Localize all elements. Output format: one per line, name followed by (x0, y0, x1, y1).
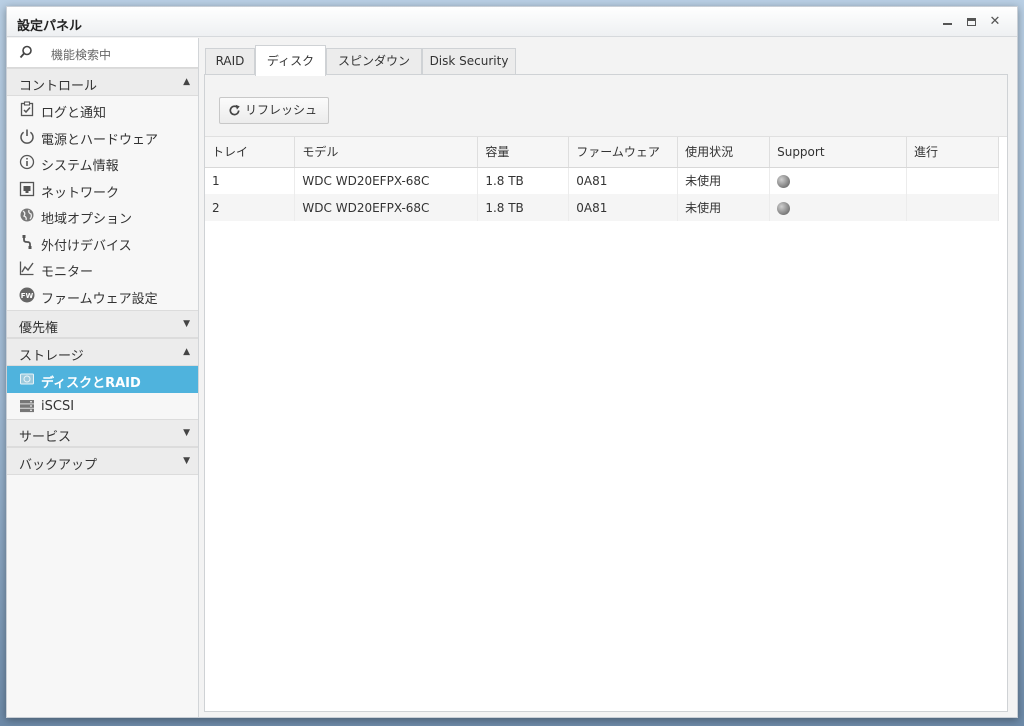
fw-icon: FW (19, 287, 35, 302)
refresh-icon (229, 105, 240, 116)
section-control[interactable]: コントロール ▲ (7, 68, 198, 96)
tab-disk-security[interactable]: Disk Security (422, 48, 516, 75)
maximize-icon (966, 18, 976, 26)
sidebar-item-power-hardware[interactable]: 電源とハードウェア (7, 123, 198, 150)
sidebar-item-firmware-settings[interactable]: FW ファームウェア設定 (7, 282, 198, 309)
section-label: バックアップ (19, 458, 98, 473)
section-label: 優先権 (19, 321, 59, 336)
disk-icon (20, 373, 34, 385)
minimize-icon (942, 23, 952, 25)
toolbar: リフレッシュ (205, 75, 1007, 137)
cell-tray: 2 (205, 194, 296, 221)
table-header-row: トレイ モデル 容量 ファームウェア 使用状況 Support 進行 (205, 137, 999, 168)
section-priority[interactable]: 優先権 ▼ (7, 310, 198, 338)
refresh-button[interactable]: リフレッシュ (219, 97, 329, 124)
column-header-status[interactable]: 使用状況 (677, 137, 771, 168)
tab-raid[interactable]: RAID (205, 48, 255, 75)
table-row[interactable]: 1 WDC WD20EFPX-68C 1.8 TB 0A81 未使用 (205, 167, 999, 194)
globe-icon (20, 208, 34, 222)
usb-icon (22, 234, 32, 249)
sidebar-item-logs[interactable]: ログと通知 (7, 96, 198, 123)
main-content: RAID ディスク スピンダウン Disk Security リフレッシュ トレ… (200, 38, 1017, 717)
chevron-down-icon: ▼ (183, 456, 190, 466)
feature-search[interactable]: 機能検索中 (7, 38, 198, 68)
close-button[interactable]: ✕ (987, 14, 1003, 30)
tab-spindown[interactable]: スピンダウン (326, 48, 422, 75)
maximize-button[interactable] (963, 14, 979, 30)
network-icon (19, 181, 35, 196)
sidebar-item-label: ディスクとRAID (41, 376, 141, 391)
sidebar-item-label: ログと通知 (41, 106, 107, 121)
sidebar-item-label: モニター (41, 265, 94, 280)
settings-window: 設定パネル ✕ 機能検索中 コントロール ▲ ログと通知 電源とハードウェア シ… (6, 6, 1018, 718)
support-status-dot-icon (777, 174, 791, 188)
column-header-capacity[interactable]: 容量 (477, 137, 570, 168)
chevron-down-icon: ▼ (183, 428, 190, 438)
search-input[interactable]: 機能検索中 (51, 46, 111, 63)
cell-firmware: 0A81 (568, 167, 679, 194)
sidebar-item-label: iSCSI (41, 398, 75, 414)
sidebar-item-network[interactable]: ネットワーク (7, 176, 198, 203)
disk-panel: リフレッシュ トレイ モデル 容量 ファームウェア 使用状況 Support 進… (204, 74, 1008, 712)
sidebar-item-monitor[interactable]: モニター (7, 255, 198, 282)
cell-progress (906, 167, 999, 194)
column-header-model[interactable]: モデル (294, 137, 479, 168)
cell-status: 未使用 (677, 167, 771, 194)
cell-support (769, 194, 908, 221)
column-header-tray[interactable]: トレイ (205, 137, 296, 168)
sidebar-item-label: 地域オプション (41, 212, 133, 227)
cell-model: WDC WD20EFPX-68C (294, 167, 479, 194)
table-row[interactable]: 2 WDC WD20EFPX-68C 1.8 TB 0A81 未使用 (205, 194, 999, 221)
chart-icon (19, 261, 34, 276)
server-icon (20, 399, 34, 412)
section-storage[interactable]: ストレージ ▲ (7, 338, 198, 366)
sidebar-item-label: ファームウェア設定 (41, 291, 158, 307)
sidebar-item-disk-raid[interactable]: ディスクとRAID (7, 366, 198, 393)
chevron-up-icon: ▲ (183, 77, 190, 87)
clipboard-check-icon (20, 101, 34, 117)
section-label: コントロール (19, 79, 98, 94)
sidebar-item-label: システム情報 (41, 159, 119, 174)
title-bar[interactable]: 設定パネル ✕ (7, 7, 1017, 37)
close-icon: ✕ (989, 14, 1001, 29)
cell-capacity: 1.8 TB (477, 167, 570, 194)
cell-progress (906, 194, 999, 221)
cell-status: 未使用 (677, 194, 771, 221)
info-icon (19, 154, 35, 170)
cell-firmware: 0A81 (568, 194, 679, 221)
section-services[interactable]: サービス ▼ (7, 419, 198, 447)
section-label: サービス (19, 430, 72, 445)
column-header-progress[interactable]: 進行 (906, 137, 999, 168)
sidebar-item-external-devices[interactable]: 外付けデバイス (7, 229, 198, 256)
sidebar-item-iscsi[interactable]: iSCSI (7, 393, 198, 420)
window-title: 設定パネル (17, 19, 83, 34)
cell-capacity: 1.8 TB (477, 194, 570, 221)
fw-badge-text: FW (21, 291, 34, 299)
column-header-firmware[interactable]: ファームウェア (568, 137, 679, 168)
tab-disk[interactable]: ディスク (255, 45, 326, 76)
section-label: ストレージ (19, 349, 84, 364)
support-status-dot-icon (777, 201, 791, 215)
sidebar-item-region-options[interactable]: 地域オプション (7, 202, 198, 229)
sidebar: 機能検索中 コントロール ▲ ログと通知 電源とハードウェア システム情報 ネッ… (7, 38, 199, 717)
chevron-down-icon: ▼ (183, 319, 190, 329)
disk-table: トレイ モデル 容量 ファームウェア 使用状況 Support 進行 1 WDC… (205, 137, 999, 221)
column-header-support[interactable]: Support (769, 137, 908, 168)
section-backup[interactable]: バックアップ ▼ (7, 447, 198, 475)
cell-support (769, 167, 908, 194)
cell-tray: 1 (205, 167, 296, 194)
refresh-label: リフレッシュ (245, 103, 318, 117)
sidebar-item-label: ネットワーク (41, 185, 120, 201)
minimize-button[interactable] (939, 14, 955, 30)
power-icon (20, 129, 34, 144)
chevron-up-icon: ▲ (183, 347, 190, 357)
sidebar-item-system-info[interactable]: システム情報 (7, 149, 198, 176)
sidebar-item-label: 電源とハードウェア (41, 132, 159, 148)
cell-model: WDC WD20EFPX-68C (294, 194, 479, 221)
sidebar-item-label: 外付けデバイス (41, 238, 132, 254)
search-icon (19, 45, 32, 59)
